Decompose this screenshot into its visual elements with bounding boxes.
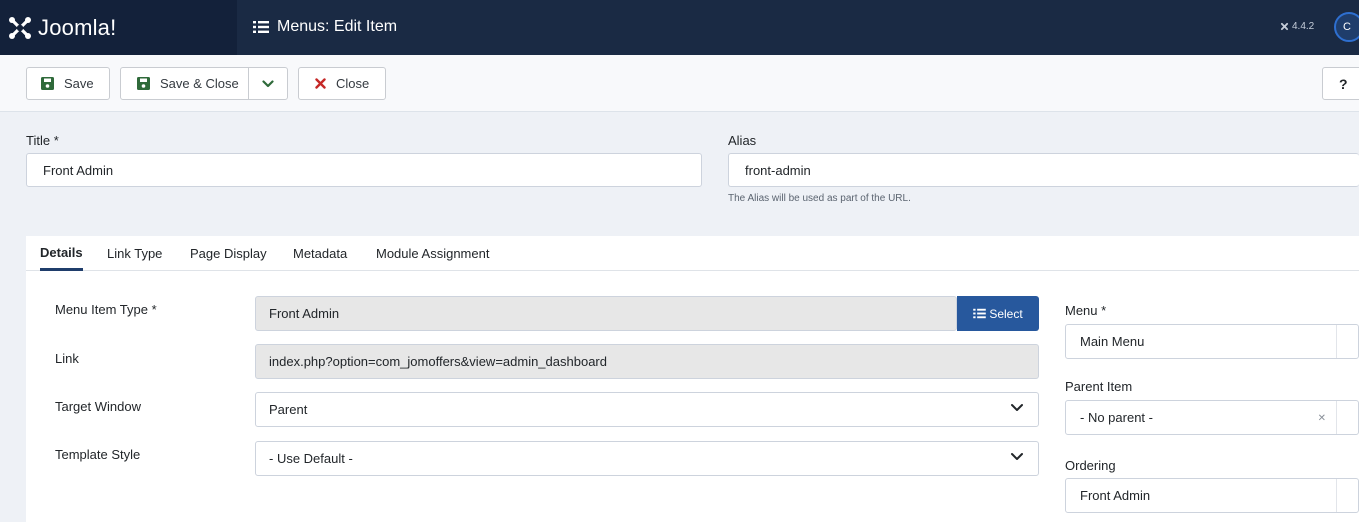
chevron-down-icon xyxy=(262,76,274,91)
ordering-select[interactable]: Front Admin xyxy=(1065,478,1359,513)
user-menu-button[interactable]: C xyxy=(1334,12,1359,42)
select-label: Select xyxy=(989,306,1023,321)
select-button[interactable]: Select xyxy=(957,296,1039,331)
brand-name: Joomla! xyxy=(38,14,117,40)
template-style-select[interactable]: - Use Default - xyxy=(255,441,1039,476)
list-icon xyxy=(253,20,269,34)
toolbar: Save Save & Close Close ? xyxy=(0,55,1359,112)
title-value: Front Admin xyxy=(43,162,114,178)
alias-hint: The Alias will be used as part of the UR… xyxy=(728,193,911,204)
link-label: Link xyxy=(55,351,79,366)
tab-page-display[interactable]: Page Display xyxy=(190,236,267,271)
tab-module-assignment-label: Module Assignment xyxy=(376,246,490,261)
menu-item-type-value: Front Admin xyxy=(269,306,340,321)
link-field: index.php?option=com_jomoffers&view=admi… xyxy=(255,344,1039,379)
tab-bar: Details Link Type Page Display Metadata … xyxy=(26,236,1359,271)
menu-select-toggle[interactable] xyxy=(1336,325,1358,358)
ordering-label: Ordering xyxy=(1065,458,1116,473)
menu-item-type-label: Menu Item Type * xyxy=(55,302,157,317)
help-label: ? xyxy=(1339,75,1348,92)
app-header: Joomla! Menus: Edit Item 4.4.2 C xyxy=(0,0,1359,55)
tab-module-assignment[interactable]: Module Assignment xyxy=(376,236,489,271)
save-close-button[interactable]: Save & Close xyxy=(121,68,249,99)
tab-metadata-label: Metadata xyxy=(293,246,348,261)
list-icon xyxy=(973,308,987,319)
ordering-select-toggle[interactable] xyxy=(1336,479,1358,512)
menu-value: Main Menu xyxy=(1080,334,1145,349)
page-title-text: Menus: Edit Item xyxy=(277,18,398,35)
tab-details[interactable]: Details xyxy=(40,236,83,271)
brand[interactable]: Joomla! xyxy=(0,0,237,55)
save-close-group: Save & Close xyxy=(120,67,288,100)
parent-item-value: - No parent - xyxy=(1080,410,1153,425)
save-close-label: Save & Close xyxy=(160,76,239,91)
close-icon xyxy=(315,78,326,89)
parent-item-label: Parent Item xyxy=(1065,379,1133,394)
tab-page-display-label: Page Display xyxy=(190,246,267,261)
joomla-small-icon xyxy=(1280,22,1289,31)
title-label: Title * xyxy=(26,133,59,148)
link-value: index.php?option=com_jomoffers&view=admi… xyxy=(269,354,607,369)
template-style-label: Template Style xyxy=(55,447,141,462)
menu-select[interactable]: Main Menu xyxy=(1065,324,1359,359)
close-button[interactable]: Close xyxy=(298,67,386,100)
menu-label: Menu * xyxy=(1065,303,1107,318)
target-window-label: Target Window xyxy=(55,399,141,414)
parent-item-toggle[interactable] xyxy=(1336,401,1358,434)
alias-label: Alias xyxy=(728,133,757,148)
chevron-down-icon xyxy=(1010,403,1024,413)
save-button[interactable]: Save xyxy=(26,67,110,100)
version-badge: 4.4.2 xyxy=(1280,21,1314,32)
title-field[interactable]: Front Admin xyxy=(26,153,702,187)
ordering-value: Front Admin xyxy=(1080,488,1151,503)
save-label: Save xyxy=(64,76,94,91)
alias-value: front-admin xyxy=(745,162,811,178)
page-title: Menus: Edit Item xyxy=(253,18,397,36)
tab-details-label: Details xyxy=(40,244,83,260)
clear-x-icon[interactable]: ✕ xyxy=(1318,413,1326,424)
user-menu-label: C xyxy=(1343,21,1351,33)
tab-link-type-label: Link Type xyxy=(107,246,163,261)
save-options-dropdown[interactable] xyxy=(249,68,287,99)
floppy-icon xyxy=(41,77,54,90)
parent-item-select[interactable]: - No parent - ✕ xyxy=(1065,400,1359,435)
target-window-select[interactable]: Parent xyxy=(255,392,1039,427)
menu-item-type-field: Front Admin xyxy=(255,296,957,331)
chevron-down-icon xyxy=(1010,452,1024,462)
tab-metadata[interactable]: Metadata xyxy=(293,236,347,271)
help-button[interactable]: ? xyxy=(1322,67,1359,100)
target-window-value: Parent xyxy=(269,402,308,417)
floppy-icon xyxy=(137,77,150,90)
joomla-logo-icon xyxy=(8,16,32,40)
close-label: Close xyxy=(336,76,370,91)
version-text: 4.4.2 xyxy=(1292,21,1315,32)
tab-link-type[interactable]: Link Type xyxy=(107,236,162,271)
alias-field[interactable]: front-admin xyxy=(728,153,1359,187)
template-style-value: - Use Default - xyxy=(269,451,353,466)
